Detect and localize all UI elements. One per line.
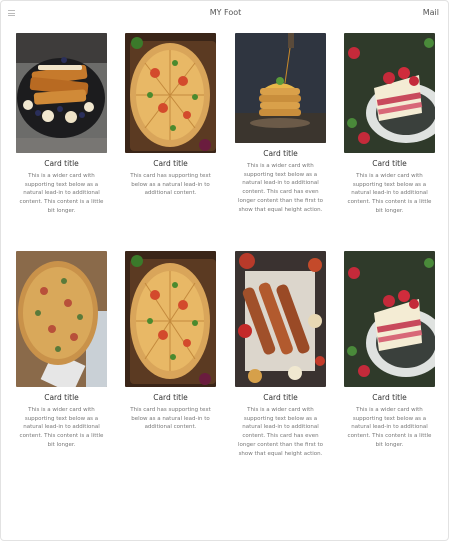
card[interactable]: Card title This card has supporting text… (125, 251, 216, 432)
card-title: Card title (263, 149, 298, 158)
card-image-pizza (125, 33, 216, 153)
card-text: This is a wider card with supporting tex… (19, 173, 104, 214)
card-text: This is a wider card with supporting tex… (347, 407, 432, 448)
card-image-pizza-board (16, 251, 107, 387)
card[interactable]: Card title This is a wider card with sup… (235, 251, 326, 458)
card-title: Card title (263, 393, 298, 402)
card-title: Card title (372, 393, 407, 402)
card-title: Card title (44, 393, 79, 402)
card-text: This card has supporting text below as a… (130, 407, 211, 431)
card-title: Card title (153, 393, 188, 402)
card[interactable]: Card title This is a wider card with sup… (344, 251, 435, 450)
card-text: This is a wider card with supporting tex… (19, 407, 104, 448)
card-image-kebab-platter (235, 251, 326, 387)
card-image-french-toast (16, 33, 107, 153)
card[interactable]: Card title This is a wider card with sup… (16, 33, 107, 216)
mail-link[interactable]: Mail (423, 8, 439, 17)
card-text: This is a wider card with supporting tex… (237, 407, 324, 457)
card-title: Card title (372, 159, 407, 168)
card[interactable]: Card title This is a wider card with sup… (344, 33, 435, 216)
card-image-strawberry-cake (344, 33, 435, 153)
card-title: Card title (153, 159, 188, 168)
app-title: MY Foot (209, 8, 242, 17)
card-text: This is a wider card with supporting tex… (237, 163, 324, 213)
card-title: Card title (44, 159, 79, 168)
card-image-pancakes (235, 33, 326, 143)
card-image-strawberry-cake (344, 251, 435, 387)
card-image-pizza (125, 251, 216, 387)
card-text: This is a wider card with supporting tex… (347, 173, 432, 214)
card[interactable]: Card title This is a wider card with sup… (235, 33, 326, 214)
app-frame: MY Foot Mail Card title This is a wider … (0, 0, 449, 541)
card[interactable]: Card title This is a wider card with sup… (16, 251, 107, 450)
card-text: This card has supporting text below as a… (130, 173, 211, 197)
card[interactable]: Card title This card has supporting text… (125, 33, 216, 198)
top-navbar: MY Foot Mail (1, 1, 449, 27)
